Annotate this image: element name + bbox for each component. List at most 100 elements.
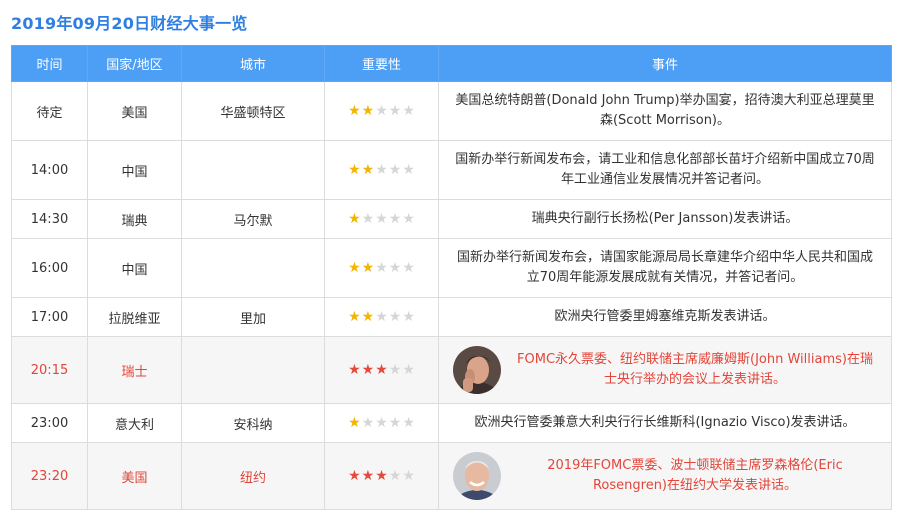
table-row: 20:15 瑞士 ★ ★ ★ ★ ★ FOMC永久票委、纽约联储主席威廉姆斯(John Wil… [11,336,892,404]
cell-country: 瑞士 [87,336,182,404]
star-filled-icon: ★ [361,102,375,119]
cell-time: 14:30 [11,199,88,239]
table-row: 14:00 中国 ★ ★ ★ ★ ★ 国新办举行新闻发布会，请工业和信息化部部长苗圩介绍新中国… [11,140,892,200]
cell-importance: ★ ★ ★ ★ ★ [324,199,439,239]
star-filled-icon: ★ [348,467,361,484]
header-time: 时间 [11,45,88,82]
star-empty-icon: ★ [388,102,402,119]
cell-importance: ★ ★ ★ ★ ★ [324,336,439,404]
speaker-avatar [453,452,501,500]
importance-stars: ★ ★ ★ ★ ★ [348,163,415,177]
star-empty-icon: ★ [388,414,402,431]
star-empty-icon: ★ [388,308,402,325]
cell-importance: ★ ★ ★ ★ ★ [324,238,439,298]
star-empty-icon: ★ [375,161,388,178]
page-title: 2019年09月20日财经大事一览 [11,14,248,33]
header-importance: 重要性 [324,45,439,82]
cell-country: 拉脱维亚 [87,297,182,337]
cell-city [181,336,325,404]
cell-time: 16:00 [11,238,88,298]
star-empty-icon: ★ [402,102,415,119]
event-text: 欧洲央行管委里姆塞维克斯发表讲话。 [554,309,776,324]
importance-stars: ★ ★ ★ ★ ★ [348,104,415,118]
cell-time: 23:20 [11,442,88,510]
cell-time: 14:00 [11,140,88,200]
table-header-row: 时间 国家/地区 城市 重要性 事件 [11,45,892,82]
star-empty-icon: ★ [388,467,402,484]
star-filled-icon: ★ [361,361,375,378]
cell-country: 美国 [87,81,182,141]
table-row: 17:00 拉脱维亚 里加 ★ ★ ★ ★ ★ 欧洲央行管委里姆塞维克斯发表讲话。 [11,297,892,337]
star-empty-icon: ★ [375,259,388,276]
cell-importance: ★ ★ ★ ★ ★ [324,403,439,443]
star-empty-icon: ★ [402,467,415,484]
cell-time: 23:00 [11,403,88,443]
star-empty-icon: ★ [402,308,415,325]
star-empty-icon: ★ [402,210,415,227]
cell-event: 国新办举行新闻发布会，请工业和信息化部部长苗圩介绍新中国成立70周年工业通信业发… [438,140,892,200]
event-text: 美国总统特朗普(Donald John Trump)举办国宴，招待澳大利亚总理莫… [455,93,875,128]
cell-time: 17:00 [11,297,88,337]
event-text: 欧洲央行管委兼意大利央行行长维斯科(Ignazio Visco)发表讲话。 [474,415,856,430]
star-filled-icon: ★ [348,102,361,119]
star-filled-icon: ★ [348,308,361,325]
header-city: 城市 [181,45,325,82]
cell-country: 意大利 [87,403,182,443]
importance-stars: ★ ★ ★ ★ ★ [348,310,415,324]
star-filled-icon: ★ [348,259,361,276]
header-event: 事件 [438,45,892,82]
cell-country: 中国 [87,140,182,200]
cell-city: 纽约 [181,442,325,510]
cell-event: 2019年FOMC票委、波士顿联储主席罗森格伦(Eric Rosengren)在… [438,442,892,510]
star-empty-icon: ★ [388,259,402,276]
cell-importance: ★ ★ ★ ★ ★ [324,442,439,510]
cell-city: 里加 [181,297,325,337]
cell-city [181,140,325,200]
event-text: 国新办举行新闻发布会，请工业和信息化部部长苗圩介绍新中国成立70周年工业通信业发… [455,152,875,187]
speaker-avatar [453,346,501,394]
star-empty-icon: ★ [361,210,375,227]
star-empty-icon: ★ [402,361,415,378]
star-empty-icon: ★ [361,414,375,431]
cell-city: 华盛顿特区 [181,81,325,141]
star-filled-icon: ★ [361,161,375,178]
star-filled-icon: ★ [348,414,361,431]
event-text: FOMC永久票委、纽约联储主席威廉姆斯(John Williams)在瑞士央行举… [517,352,873,387]
cell-event: 瑞典央行副行长扬松(Per Jansson)发表讲话。 [438,199,892,239]
table-row: 23:00 意大利 安科纳 ★ ★ ★ ★ ★ 欧洲央行管委兼意大利央行行长维斯科(Ignazi… [11,403,892,443]
event-text: 国新办举行新闻发布会，请国家能源局局长章建华介绍中华人民共和国成立70周年能源发… [456,250,873,285]
table-row: 14:30 瑞典 马尔默 ★ ★ ★ ★ ★ 瑞典央行副行长扬松(Per Jansson)发表讲… [11,199,892,239]
star-filled-icon: ★ [348,161,361,178]
star-filled-icon: ★ [361,259,375,276]
table-row: 16:00 中国 ★ ★ ★ ★ ★ 国新办举行新闻发布会，请国家能源局局长章建华介绍中华人民… [11,238,892,298]
cell-event: 美国总统特朗普(Donald John Trump)举办国宴，招待澳大利亚总理莫… [438,81,892,141]
event-text: 2019年FOMC票委、波士顿联储主席罗森格伦(Eric Rosengren)在… [547,458,843,493]
cell-event: 国新办举行新闻发布会，请国家能源局局长章建华介绍中华人民共和国成立70周年能源发… [438,238,892,298]
importance-stars: ★ ★ ★ ★ ★ [348,261,415,275]
cell-city [181,238,325,298]
event-text: 瑞典央行副行长扬松(Per Jansson)发表讲话。 [531,211,799,226]
events-table: 时间 国家/地区 城市 重要性 事件 待定 美国 华盛顿特区 ★ ★ ★ ★ ★ 美国总统特朗普… [11,45,892,510]
importance-stars: ★ ★ ★ ★ ★ [348,416,415,430]
star-empty-icon: ★ [375,414,388,431]
table-row: 待定 美国 华盛顿特区 ★ ★ ★ ★ ★ 美国总统特朗普(Donald John Trump)… [11,81,892,141]
star-empty-icon: ★ [375,210,388,227]
cell-country: 中国 [87,238,182,298]
cell-country: 美国 [87,442,182,510]
star-filled-icon: ★ [361,308,375,325]
star-empty-icon: ★ [402,161,415,178]
importance-stars: ★ ★ ★ ★ ★ [348,212,415,226]
cell-event: 欧洲央行管委兼意大利央行行长维斯科(Ignazio Visco)发表讲话。 [438,403,892,443]
star-filled-icon: ★ [348,210,361,227]
star-empty-icon: ★ [388,161,402,178]
cell-time: 待定 [11,81,88,141]
importance-stars: ★ ★ ★ ★ ★ [348,363,415,377]
star-filled-icon: ★ [348,361,361,378]
cell-event: 欧洲央行管委里姆塞维克斯发表讲话。 [438,297,892,337]
star-empty-icon: ★ [375,102,388,119]
star-empty-icon: ★ [402,414,415,431]
star-filled-icon: ★ [375,361,388,378]
star-empty-icon: ★ [375,308,388,325]
cell-importance: ★ ★ ★ ★ ★ [324,140,439,200]
cell-city: 安科纳 [181,403,325,443]
